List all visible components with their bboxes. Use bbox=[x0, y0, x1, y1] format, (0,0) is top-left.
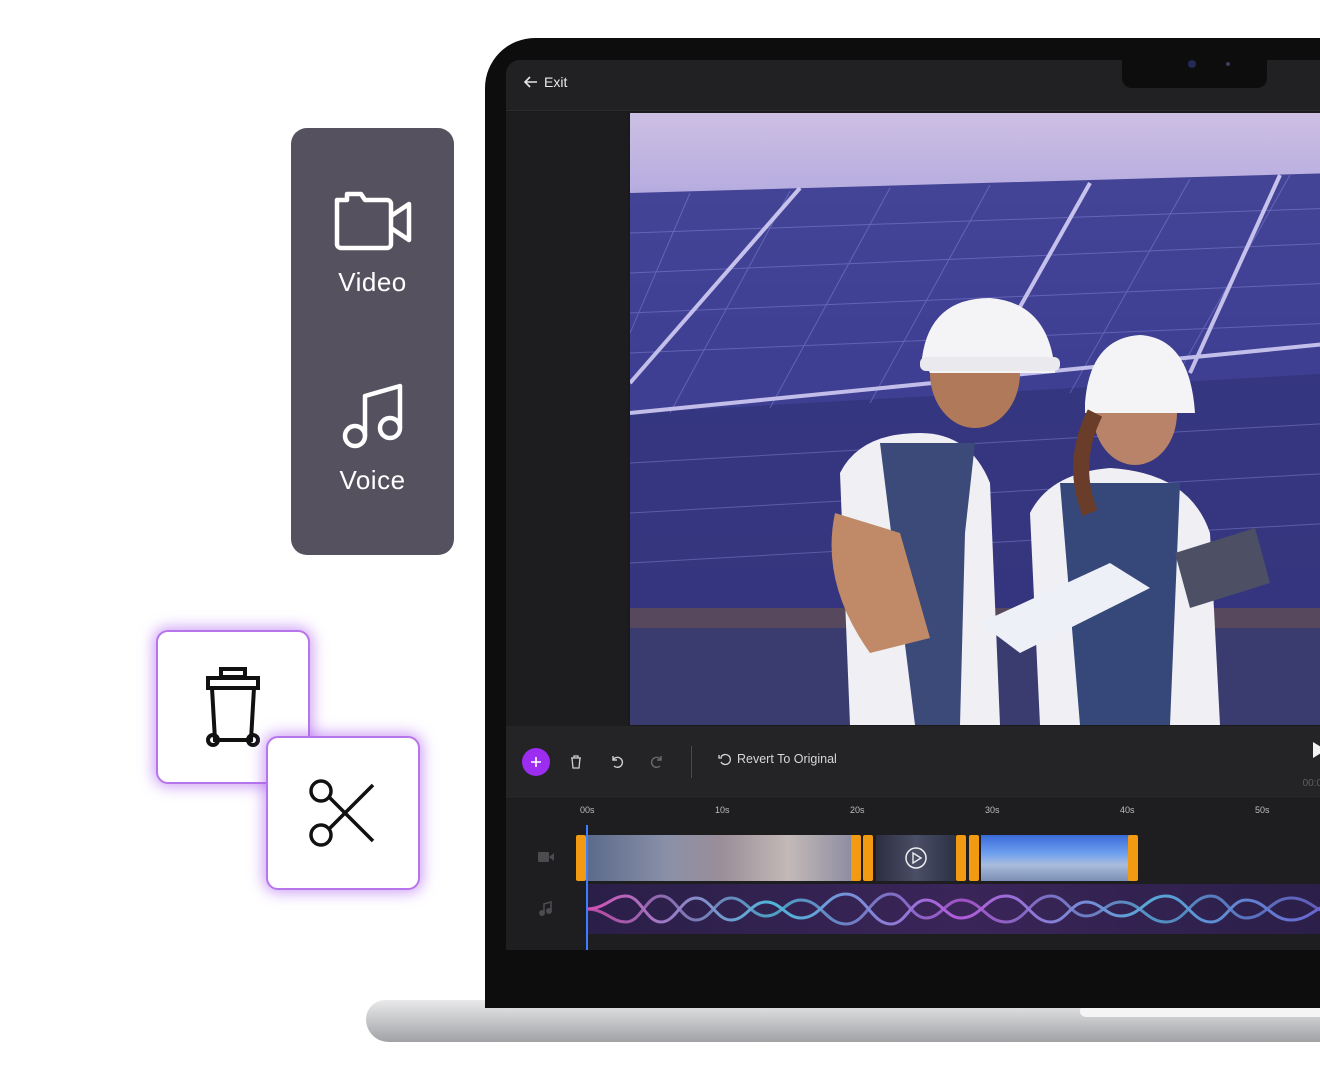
video-clip[interactable] bbox=[981, 835, 1133, 881]
video-label: Video bbox=[338, 267, 407, 297]
ruler-label: 20s bbox=[850, 805, 865, 815]
playhead[interactable] bbox=[586, 825, 588, 950]
ruler-label: 40s bbox=[1120, 805, 1135, 815]
clip-trim-handle[interactable] bbox=[851, 835, 861, 881]
video-option[interactable]: Video bbox=[291, 186, 454, 298]
media-type-panel: Video Voice bbox=[291, 128, 454, 555]
ruler-label: 00s bbox=[580, 805, 595, 815]
trash-icon bbox=[571, 755, 581, 769]
redo-button[interactable] bbox=[643, 748, 671, 776]
scissors-icon bbox=[309, 779, 375, 847]
clip-trim-handle[interactable] bbox=[576, 835, 586, 881]
voice-option[interactable]: Voice bbox=[291, 380, 454, 496]
exit-label: Exit bbox=[544, 74, 568, 90]
video-clip[interactable] bbox=[876, 835, 956, 881]
ruler-label: 50s bbox=[1255, 805, 1270, 815]
add-button[interactable] bbox=[522, 748, 550, 776]
timeline: 00s 10s 20s 30s 40s 50s bbox=[506, 799, 1320, 950]
audio-track-icon bbox=[539, 901, 552, 916]
revert-to-original-button[interactable]: Revert To Original bbox=[718, 752, 837, 766]
toolbar-divider bbox=[691, 746, 692, 778]
cut-card[interactable] bbox=[266, 736, 420, 890]
clip-trim-handle[interactable] bbox=[1128, 835, 1138, 881]
voice-label: Voice bbox=[339, 465, 406, 495]
ruler-label: 30s bbox=[985, 805, 1000, 815]
editor-screen: Exit Revert To Original 00:0 00s 10s 20s… bbox=[506, 60, 1320, 950]
clip-trim-handle[interactable] bbox=[969, 835, 979, 881]
edit-toolbar: Revert To Original 00:00:0 bbox=[506, 726, 1320, 798]
preview-frame-image bbox=[630, 173, 1320, 725]
video-track-icon bbox=[538, 852, 554, 862]
plus-icon bbox=[531, 757, 541, 767]
video-camera-icon bbox=[334, 191, 411, 251]
video-preview[interactable] bbox=[630, 113, 1320, 725]
transition-icon bbox=[905, 847, 927, 869]
left-gutter bbox=[506, 112, 628, 786]
undo-button[interactable] bbox=[603, 748, 631, 776]
exit-button[interactable]: Exit bbox=[524, 74, 567, 90]
play-button[interactable] bbox=[1310, 740, 1320, 765]
video-track[interactable] bbox=[576, 835, 1138, 881]
undo-icon bbox=[612, 756, 624, 769]
video-clip[interactable] bbox=[586, 835, 856, 881]
trash-icon bbox=[206, 667, 260, 747]
clip-trim-handle[interactable] bbox=[956, 835, 966, 881]
arrow-left-icon bbox=[524, 76, 537, 88]
audio-waveform bbox=[585, 892, 1320, 926]
clip-trim-handle[interactable] bbox=[863, 835, 873, 881]
revert-icon bbox=[718, 753, 731, 765]
ruler-label: 10s bbox=[715, 805, 730, 815]
revert-label: Revert To Original bbox=[737, 752, 837, 766]
play-icon bbox=[1313, 742, 1320, 758]
music-note-icon bbox=[342, 383, 402, 449]
camera-sensor-icon bbox=[1226, 62, 1230, 66]
camera-notch bbox=[1122, 58, 1267, 88]
camera-lens-icon bbox=[1188, 60, 1196, 68]
redo-icon bbox=[650, 756, 662, 769]
audio-track[interactable] bbox=[585, 884, 1320, 934]
time-readout: 00:00:0 bbox=[1302, 778, 1320, 789]
delete-button[interactable] bbox=[562, 748, 590, 776]
